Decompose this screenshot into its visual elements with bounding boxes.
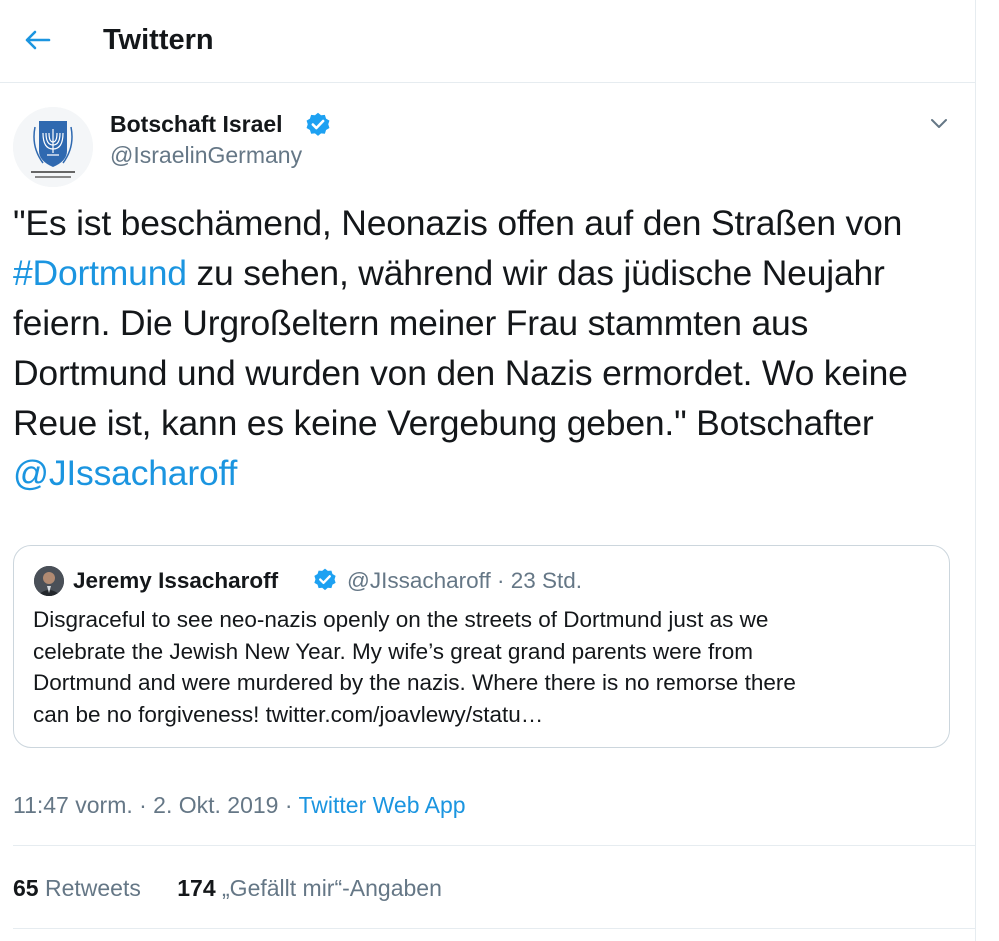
chevron-down-icon[interactable] <box>924 108 954 138</box>
person-photo <box>34 566 64 596</box>
author-avatar[interactable] <box>13 107 93 187</box>
likes-label: „Gefällt mir“-Angaben <box>215 875 442 901</box>
source-app-link[interactable]: Twitter Web App <box>299 792 466 818</box>
tweet-text-line: feiern. Die Urgroßeltern meiner Frau sta… <box>13 303 809 343</box>
tweet-text-line: Dortmund und wurden von den Nazis ermord… <box>13 353 908 393</box>
page-header: Twittern <box>0 0 976 83</box>
retweets-label: Retweets <box>38 875 141 901</box>
tweet-text-fragment: zu sehen, während wir das jüdische Neuja… <box>186 253 885 293</box>
author-handle[interactable]: @IsraelinGermany <box>110 140 302 170</box>
retweets-count: 65 <box>13 875 39 901</box>
verified-badge-icon <box>306 112 330 136</box>
quoted-text-line: Dortmund and were murdered by the nazis.… <box>33 670 796 695</box>
retweets-stat[interactable]: 65 Retweets <box>13 873 141 903</box>
divider <box>13 928 976 929</box>
quoted-tweet-card[interactable]: Jeremy Issacharoff @JIssacharoff · 23 St… <box>13 545 950 748</box>
hashtag-link[interactable]: #Dortmund <box>13 253 187 293</box>
arrow-left-icon <box>25 30 51 50</box>
tweet-detail-column: Twittern Botschaft Israel @IsraelinGerma… <box>0 0 976 941</box>
page-title: Twittern <box>103 24 214 56</box>
tweet-text: "Es ist beschämend, Neonazis offen auf d… <box>13 198 963 498</box>
quoted-tweet-text: Disgraceful to see neo-nazis openly on t… <box>33 604 933 730</box>
tweet-timestamp[interactable]: 11:47 vorm. · 2. Okt. 2019 · <box>13 792 299 818</box>
likes-count: 174 <box>177 875 216 901</box>
author-name[interactable]: Botschaft Israel <box>110 109 283 139</box>
quoted-author-name: Jeremy Issacharoff <box>73 568 279 593</box>
quoted-handle-time: @JIssacharoff · 23 Std. <box>347 568 583 593</box>
likes-stat[interactable]: 174 „Gefällt mir“-Angaben <box>177 873 442 903</box>
tweet-text-line: @JIssacharoff <box>13 448 963 498</box>
back-button[interactable] <box>18 20 58 60</box>
divider <box>13 845 976 846</box>
tweet-text-line: Reue ist, kann es keine Vergebung geben.… <box>13 403 874 443</box>
tweet-text-line: "Es ist beschämend, Neonazis offen auf d… <box>13 203 903 243</box>
quoted-text-line: can be no forgiveness! twitter.com/joavl… <box>33 701 544 727</box>
quoted-text-line: celebrate the Jewish New Year. My wife’s… <box>33 638 753 664</box>
quoted-author-avatar <box>34 566 64 596</box>
tweet-stats: 65 Retweets 174 „Gefällt mir“-Angaben <box>13 873 472 903</box>
verified-badge-icon <box>314 568 336 591</box>
mention-link[interactable]: @JIssacharoff <box>13 453 237 493</box>
tweet-text-line: #Dortmund zu sehen, während wir das jüdi… <box>13 248 963 298</box>
tweet-timestamp-row: 11:47 vorm. · 2. Okt. 2019 · Twitter Web… <box>13 790 466 820</box>
quoted-text-line: Disgraceful to see neo-nazis openly on t… <box>33 607 769 632</box>
emblem-logo <box>13 107 93 187</box>
